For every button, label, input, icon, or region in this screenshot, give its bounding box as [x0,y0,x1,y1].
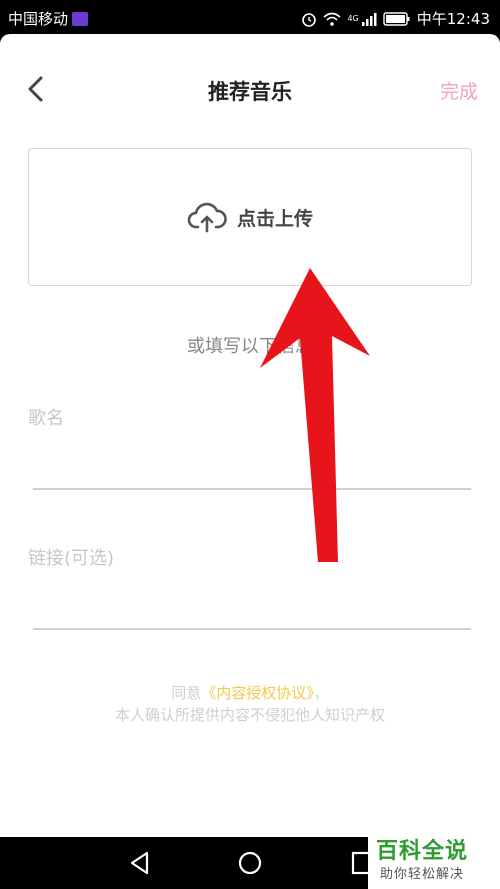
watermark-logo: 百科全说 助你轻松解决 [368,829,500,889]
carrier-label: 中国移动 [8,10,69,28]
page-title: 推荐音乐 [208,80,292,104]
link-label: 链接(可选) [28,548,115,569]
agreement-link[interactable]: 《内容授权协议》 [201,684,314,702]
triangle-back-icon [130,851,149,875]
nav-back-button[interactable] [127,850,153,876]
done-button[interactable]: 完成 [440,77,478,104]
wifi-icon [323,12,341,26]
agreement-line2: 本人确认所提供内容不侵犯他人知识产权 [114,706,385,724]
watermark-main: 百科全说 [376,839,469,864]
upload-button[interactable]: 点击上传 [28,148,472,286]
battery-icon [383,11,410,26]
watermark-sub: 助你轻松解决 [380,867,465,882]
clock-label: 中午12:43 [416,10,490,28]
song-name-label: 歌名 [28,408,64,429]
link-input[interactable] [33,592,471,630]
nav-home-button[interactable] [237,850,263,876]
network-type-label: 4G [347,14,359,23]
circle-home-icon [238,851,262,875]
alarm-icon [302,12,317,27]
or-fill-text: 或填写以下信息 [187,336,313,357]
recommend-music-sheet: 推荐音乐 完成 点击上传 或填写以下信息 歌名 链接(可选) 同意《内容授权协议… [0,34,500,837]
agreement-prefix: 同意 [171,684,202,702]
signal-icon [361,12,377,26]
upload-label: 点击上传 [236,207,313,230]
agreement-suffix: ， [313,684,329,702]
agreement-text: 同意《内容授权协议》， 本人确认所提供内容不侵犯他人知识产权 [0,682,500,726]
network-badge-icon [72,11,89,26]
status-bar: 中国移动 4G 中午12:43 [0,0,500,34]
cloud-upload-icon [187,202,227,233]
song-name-input[interactable] [33,452,471,490]
